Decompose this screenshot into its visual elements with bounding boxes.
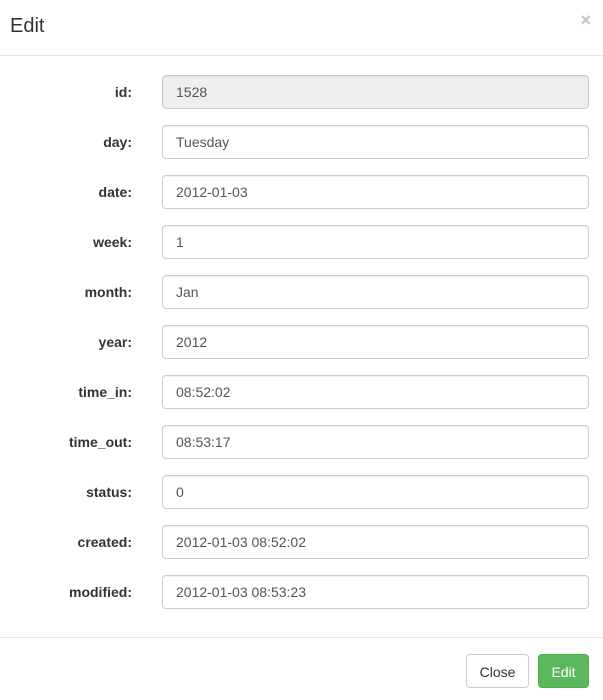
form-row-day: day: [0, 125, 603, 159]
id-field [162, 75, 589, 109]
form-row-month: month: [0, 275, 603, 309]
week-label: week: [93, 234, 132, 250]
edit-button[interactable]: Edit [538, 654, 589, 688]
time-in-label: time_in: [78, 384, 132, 400]
form-row-id: id: [0, 75, 603, 109]
form-row-year: year: [0, 325, 603, 359]
year-label: year: [98, 334, 132, 350]
modal-header: Edit × [0, 0, 603, 56]
id-label: id: [114, 84, 132, 100]
year-field[interactable] [162, 325, 589, 359]
close-icon[interactable]: × [580, 10, 591, 30]
created-label: created: [77, 534, 132, 550]
form-row-created: created: [0, 525, 603, 559]
form-row-status: status: [0, 475, 603, 509]
month-label: month: [84, 284, 132, 300]
time-in-field[interactable] [162, 375, 589, 409]
time-out-field[interactable] [162, 425, 589, 459]
form-row-week: week: [0, 225, 603, 259]
modified-label: modified: [69, 584, 132, 600]
day-field[interactable] [162, 125, 589, 159]
created-field[interactable] [162, 525, 589, 559]
modified-field[interactable] [162, 575, 589, 609]
status-label: status: [86, 484, 132, 500]
form-row-date: date: [0, 175, 603, 209]
status-field[interactable] [162, 475, 589, 509]
month-field[interactable] [162, 275, 589, 309]
form-row-modified: modified: [0, 575, 603, 609]
modal-footer: Close Edit [0, 637, 603, 700]
edit-modal: Edit × id: day: date: week: month: year: [0, 0, 603, 700]
day-label: day: [103, 134, 132, 150]
date-field[interactable] [162, 175, 589, 209]
modal-title: Edit [10, 15, 45, 37]
time-out-label: time_out: [69, 434, 132, 450]
form-row-time-out: time_out: [0, 425, 603, 459]
form-row-time-in: time_in: [0, 375, 603, 409]
close-button[interactable]: Close [466, 654, 529, 688]
week-field[interactable] [162, 225, 589, 259]
date-label: date: [98, 184, 132, 200]
modal-body: id: day: date: week: month: year: time_i… [0, 56, 603, 636]
